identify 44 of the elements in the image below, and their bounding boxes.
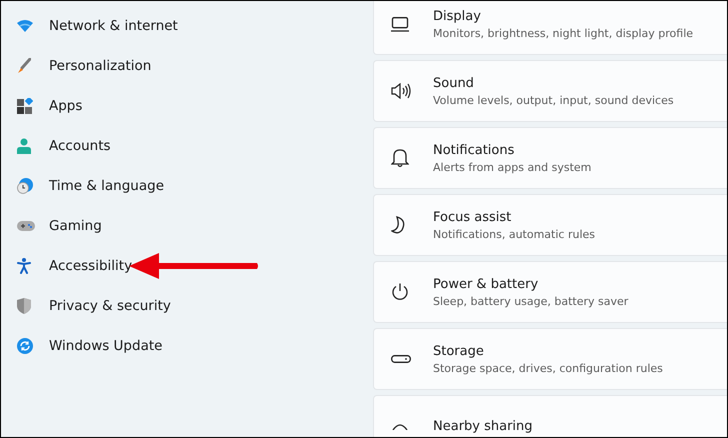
settings-card[interactable]: Nearby sharing [373,395,727,437]
person-icon [17,138,31,154]
settings-card[interactable]: Focus assist Notifications, automatic rules [373,194,727,256]
sidebar-item[interactable]: Accessibility [1,246,361,286]
setting-description: Alerts from apps and system [433,160,592,174]
setting-title: Storage [433,344,485,358]
sidebar-item[interactable]: Privacy & security [1,286,361,326]
wifi-icon [17,20,33,32]
setting-title: Sound [433,76,475,90]
setting-title: Focus assist [433,210,512,224]
setting-title: Display [433,8,482,24]
setting-title: Nearby sharing [433,418,533,434]
setting-description: Storage space, drives, configuration rules [433,362,663,374]
power-icon [391,283,409,301]
settings-card[interactable]: Storage Storage space, drives, configuration rules [373,328,727,390]
setting-title: Notifications [433,142,516,158]
accessibility-icon [17,258,31,274]
sidebar-item[interactable]: Windows Update [1,326,361,366]
settings-card[interactable]: Display Monitors, brightness, night light, display profile [373,1,727,55]
settings-card[interactable]: Power & battery Sleep, battery usage, battery saver [373,261,727,323]
bell-icon [391,148,409,168]
setting-description: Volume levels, output, input, sound devices [433,94,674,106]
sidebar-item[interactable]: Personalization [1,46,361,86]
settings-card[interactable]: Sound Volume levels, output, input, sound devices [373,60,727,122]
speaker-icon [391,83,411,99]
setting-description: Sleep, battery usage, battery saver [433,294,628,308]
drive-icon [391,355,411,363]
sidebar-item[interactable]: Gaming [1,206,361,246]
sidebar-item[interactable]: Network & internet [1,6,361,46]
apps-icon [17,98,33,114]
brush-icon [17,58,31,74]
clock-icon [17,178,33,194]
settings-card[interactable]: Notifications Alerts from apps and system [373,127,727,189]
setting-title: Power & battery [433,276,540,292]
moon-icon [391,216,407,234]
gamepad-icon [17,220,35,232]
sidebar-item[interactable]: Accounts [1,126,361,166]
shield-icon [17,298,31,314]
sidebar-item[interactable]: Apps [1,86,361,126]
setting-description: Notifications, automatic rules [433,228,596,240]
laptop-icon [391,16,409,32]
sidebar-item[interactable]: Time & language [1,166,361,206]
setting-description: Monitors, brightness, night light, display profile [433,26,694,40]
update-icon [17,338,33,354]
